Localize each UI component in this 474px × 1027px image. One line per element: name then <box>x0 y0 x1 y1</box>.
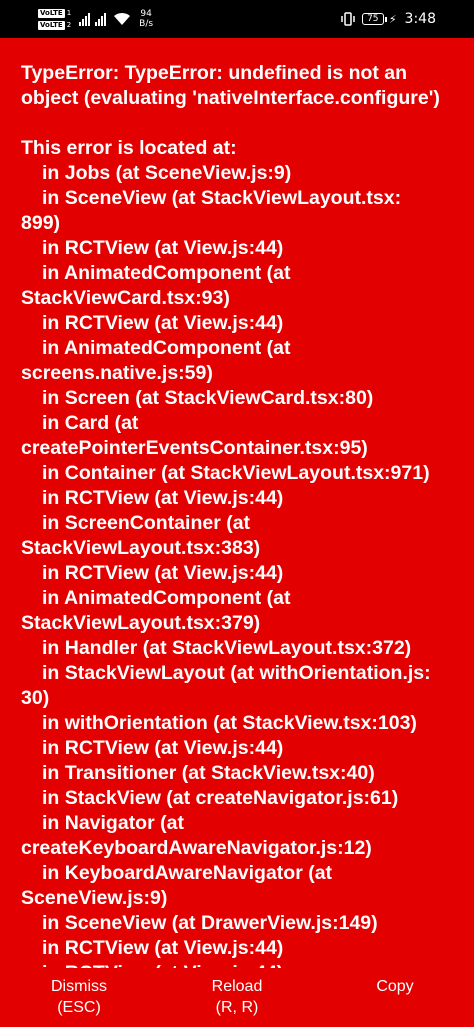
charging-icon: ⚡ <box>388 12 397 26</box>
signal-icon <box>79 12 91 26</box>
stack-frame: in AnimatedComponent (at StackViewCard.ts… <box>21 262 291 309</box>
stack-frame: in AnimatedComponent (at StackViewLayout.… <box>21 587 291 634</box>
copy-button[interactable]: Copy <box>316 968 474 1027</box>
vibrate-icon <box>341 12 355 26</box>
stack-frame: in Handler (at StackViewLayout.tsx:372) <box>42 637 412 659</box>
status-bar: VoLTE 1 VoLTE 2 94 B/s 75 ⚡ 3:48 <box>0 0 474 38</box>
reload-button[interactable]: Reload (R, R) <box>158 968 316 1027</box>
stack-frame: in Navigator (at createKeyboardAwareNavig… <box>21 812 372 859</box>
stack-frame: in Screen (at StackViewCard.tsx:80) <box>42 387 374 409</box>
volte-badge-1: VoLTE <box>38 8 65 18</box>
clock: 3:48 <box>404 11 436 27</box>
stack-frame: in SceneView (at DrawerView.js:149) <box>42 912 378 934</box>
stack-frame: in RCTView (at View.js:44) <box>42 737 284 759</box>
error-location-header: This error is located at: <box>21 137 237 159</box>
stack-frame: in Container (at StackViewLayout.tsx:971… <box>42 462 430 484</box>
dismiss-label: Dismiss <box>51 978 107 995</box>
stack-frame: in AnimatedComponent (at screens.native.j… <box>21 337 291 384</box>
sim1-label: 1 <box>66 9 72 17</box>
network-speed-unit: B/s <box>139 19 154 29</box>
stack-frame: in StackView (at createNavigator.js:61) <box>42 787 399 809</box>
status-bar-left: VoLTE 1 VoLTE 2 94 B/s <box>38 4 153 34</box>
status-bar-right: 75 ⚡ 3:48 <box>340 4 436 34</box>
battery-icon: 75 ⚡ <box>361 12 397 26</box>
battery-level: 75 <box>361 13 384 25</box>
stack-frame: in withOrientation (at StackView.tsx:103… <box>42 712 417 734</box>
signal-2-icon <box>95 12 107 26</box>
stack-frame: in RCTView (at View.js:44) <box>42 487 284 509</box>
stack-frame: in Transitioner (at StackView.tsx:40) <box>42 762 375 784</box>
stack-frame: in RCTView (at View.js:44) <box>42 312 284 334</box>
stack-frame: in RCTView (at View.js:44) <box>42 562 284 584</box>
reload-label: Reload <box>211 978 263 995</box>
error-scroll-area[interactable]: TypeError: TypeError: undefined is not a… <box>0 38 474 968</box>
error-text: TypeError: TypeError: undefined is not a… <box>0 38 474 968</box>
network-speed: 94 B/s <box>139 9 153 29</box>
stack-frame: in Card (at createPointerEventsContainer.… <box>21 412 368 459</box>
stack-frame: in ScreenContainer (at StackViewLayout.ts… <box>21 512 261 559</box>
stack-frame: in RCTView (at View.js:44) <box>42 237 284 259</box>
wifi-icon <box>114 12 131 25</box>
network-speed-value: 94 <box>140 9 152 19</box>
volte-badge-2: VoLTE <box>38 20 65 30</box>
stack-frame: in RCTView (at View.js:44) <box>21 961 458 968</box>
stack-frame: in RCTView (at View.js:44) <box>42 937 284 959</box>
reload-shortcut: (R, R) <box>215 999 259 1016</box>
stack-frame: in Jobs (at SceneView.js:9) <box>42 162 292 184</box>
volte-indicator: VoLTE 1 VoLTE 2 <box>38 7 71 31</box>
stack-frame: in SceneView (at StackViewLayout.tsx: 899… <box>21 187 402 234</box>
stack-frame: in StackViewLayout (at withOrientation.j… <box>21 662 431 709</box>
dismiss-shortcut: (ESC) <box>57 999 101 1016</box>
error-message: TypeError: TypeError: undefined is not a… <box>21 62 440 109</box>
redbox-footer: Dismiss (ESC) Reload (R, R) Copy <box>0 968 474 1027</box>
stack-frame: in KeyboardAwareNavigator (at SceneView.j… <box>21 862 333 909</box>
dismiss-button[interactable]: Dismiss (ESC) <box>0 968 158 1027</box>
stack-trace: in Jobs (at SceneView.js:9) in SceneView … <box>21 161 458 968</box>
copy-label: Copy <box>376 978 414 995</box>
sim2-label: 2 <box>66 21 72 29</box>
